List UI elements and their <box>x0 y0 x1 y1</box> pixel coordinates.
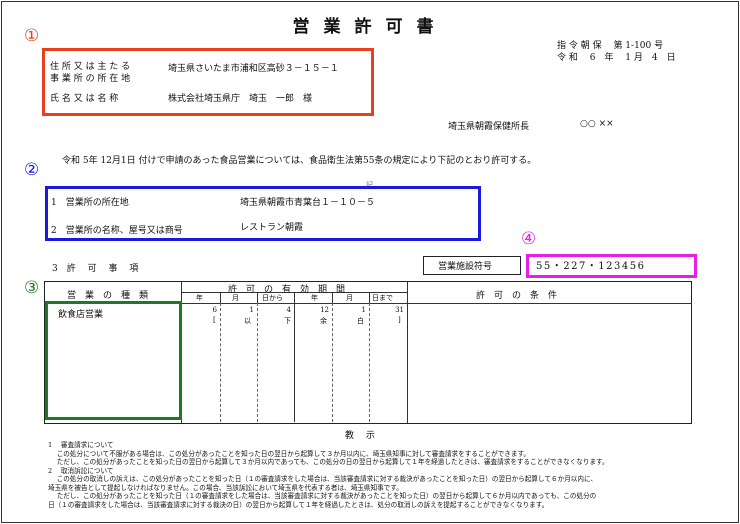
dash-divider-b <box>257 303 258 422</box>
marker-1: ① <box>24 26 40 46</box>
business-location-value: 埼玉県朝霞市青葉台１－１０－５ <box>240 198 376 208</box>
notice-heading: 教 示 <box>345 431 375 441</box>
col-header-type: 営 業 の 種 類 <box>67 291 149 301</box>
col-header-conditions: 許 可 の 条 件 <box>476 291 558 301</box>
bracket-close: ] <box>398 316 401 324</box>
bracket-open: [ <box>213 316 216 324</box>
subheader-year-to: 年 <box>311 294 318 302</box>
facility-code-label: 営業施設符号 <box>438 262 493 272</box>
kanji-i: 以 <box>244 317 251 325</box>
kanji-yo: 余 <box>320 317 327 325</box>
document-title: 営業許可書 <box>292 17 448 37</box>
dash-divider-d <box>332 303 333 422</box>
subheader-month-to: 月 <box>346 294 353 302</box>
marker-3: ③ <box>24 278 40 298</box>
from-day: 4 <box>286 306 291 314</box>
from-month: 1 <box>249 306 254 314</box>
table-col-divider-2 <box>407 281 408 423</box>
to-year: 12 <box>320 306 329 314</box>
kanji-haku: 白 <box>357 317 364 325</box>
issuer-name: 埼玉県朝霞保健所長 <box>448 122 530 132</box>
kanji-ka: 下 <box>284 317 291 325</box>
dash-divider-e <box>369 303 370 422</box>
to-day: 31 <box>395 306 404 314</box>
facility-code-value: 55・227・123456 <box>536 261 646 272</box>
dash-divider-a <box>220 303 221 422</box>
business-name-value: レストラン朝霞 <box>240 223 304 233</box>
name-value: 株式会社埼玉県庁 埼玉 一郎 様 <box>168 94 313 104</box>
business-type-value: 飲食店営業 <box>58 310 104 320</box>
subheader-day-from: 日から <box>262 294 283 302</box>
to-month: 1 <box>361 306 366 314</box>
marker-4: ④ <box>521 229 537 249</box>
subheader-day-to: 日まで <box>372 294 393 302</box>
subheader-month-from: 月 <box>232 294 239 302</box>
issuer-seal: ○○ ×× <box>580 119 614 129</box>
address-label-line2: 事 業 所 の 所 在 地 <box>50 74 131 84</box>
col-header-period: 許 可 の 有 効 期 間 <box>228 285 346 295</box>
business-location-label: 1 営業所の所在地 <box>51 198 129 208</box>
notice-line: ただし、この処分があったことを知った日の翌日から起算して３か月以内であっても、こ… <box>48 458 609 466</box>
permit-items-label: 3 許 可 事 項 <box>52 264 139 274</box>
subheader-year-from: 年 <box>196 294 203 302</box>
dash-divider-c <box>294 303 295 422</box>
marker-2: ② <box>24 160 40 180</box>
body-text: 令和 5年 12月1日 付けで申請のあった食品営業については、食品衛生法第55条… <box>62 156 537 166</box>
business-name-label: 2 営業所の名称、屋号又は商号 <box>51 226 183 236</box>
from-year: 6 <box>212 306 217 314</box>
address-value: 埼玉県さいたま市浦和区高砂３－１５－１ <box>168 64 339 74</box>
issue-date: 令 和 6 年 1 月 4 日 <box>557 53 676 63</box>
name-label: 氏 名 又 は 名 称 <box>50 94 119 104</box>
sub-divider-a <box>220 292 221 303</box>
notice-line: 日（１の審査請求をした場合は、当該審査請求に対する裁決の日）の翌日から起算して１… <box>48 501 549 509</box>
sub-divider-e <box>369 292 370 303</box>
